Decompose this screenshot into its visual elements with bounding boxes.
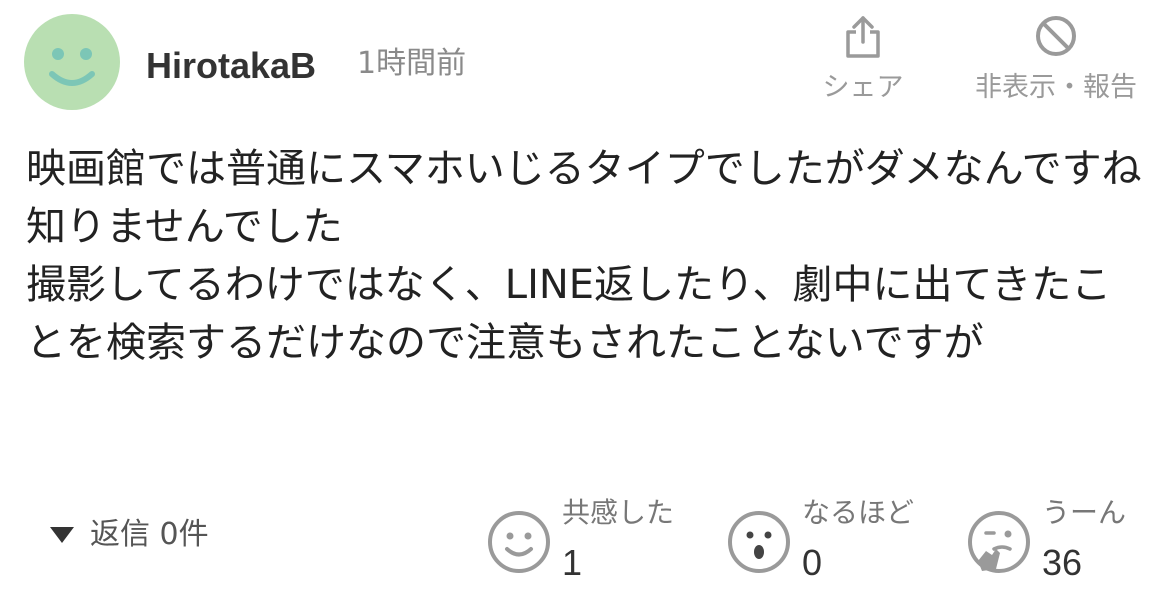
smiley-avatar-icon bbox=[49, 48, 95, 86]
smile-face-icon bbox=[488, 511, 550, 573]
reaction-label: うーん bbox=[1042, 496, 1127, 529]
avatar[interactable] bbox=[24, 14, 120, 110]
reply-count-label: 返信 0件 bbox=[90, 517, 209, 552]
post-time: 1時間前 bbox=[357, 46, 467, 81]
reaction-label: 共感した bbox=[562, 496, 675, 529]
reaction-count: 36 bbox=[1042, 542, 1083, 583]
thinking-face-icon bbox=[968, 511, 1030, 573]
reaction-count: 0 bbox=[802, 542, 823, 583]
triangle-down-icon bbox=[50, 527, 74, 543]
share-button[interactable]: シェア bbox=[818, 14, 908, 106]
share-label: シェア bbox=[822, 72, 904, 103]
hide-report-button[interactable]: 非表示・報告 bbox=[966, 14, 1146, 106]
username[interactable]: HirotakaB bbox=[146, 44, 316, 88]
comment-body: 映画館では普通にスマホいじるタイプでしたがダメなんですね知りませんでした 撮影し… bbox=[26, 146, 1142, 366]
hide-report-label: 非表示・報告 bbox=[975, 72, 1137, 103]
prohibit-icon bbox=[1036, 16, 1076, 56]
surprised-face-icon bbox=[728, 511, 790, 573]
reply-toggle[interactable]: 返信 0件 bbox=[50, 515, 209, 555]
share-icon bbox=[846, 16, 880, 58]
reaction-count: 1 bbox=[562, 542, 583, 583]
reaction-label: なるほど bbox=[802, 496, 915, 529]
